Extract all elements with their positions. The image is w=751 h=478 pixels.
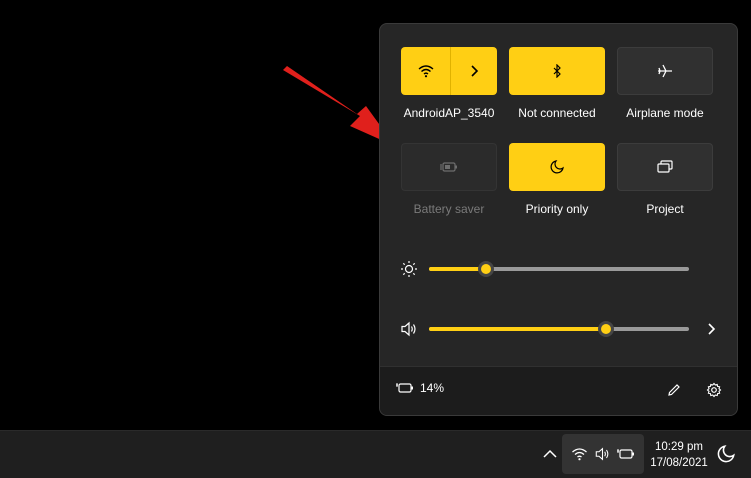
clock-time: 10:29 pm xyxy=(655,441,703,453)
airplane-icon xyxy=(658,64,672,78)
taskbar: 10:29 pm 17/08/2021 xyxy=(0,430,751,478)
annotation-arrow xyxy=(283,66,395,146)
chevron-right-icon xyxy=(471,65,479,77)
brightness-row xyxy=(380,257,737,281)
focus-assist-tile-label: Priority only xyxy=(525,202,589,216)
clock[interactable]: 10:29 pm 17/08/2021 xyxy=(645,439,713,471)
brightness-slider[interactable] xyxy=(429,261,689,277)
pencil-icon xyxy=(668,384,680,396)
wifi-tile-label: AndroidAP_3540 xyxy=(403,106,495,120)
wifi-icon xyxy=(572,448,587,461)
battery-saver-icon xyxy=(440,162,457,172)
clock-date: 17/08/2021 xyxy=(650,457,708,469)
settings-button[interactable] xyxy=(703,379,725,401)
battery-status[interactable]: 14% xyxy=(396,381,444,395)
volume-row xyxy=(380,317,737,341)
moon-icon[interactable] xyxy=(717,445,735,463)
speaker-icon xyxy=(401,321,416,337)
wifi-icon xyxy=(418,65,433,78)
wifi-networks-button[interactable] xyxy=(451,47,497,95)
speaker-icon xyxy=(595,447,609,461)
system-tray-status-button[interactable] xyxy=(562,434,644,474)
airplane-mode-tile[interactable] xyxy=(617,47,713,95)
gear-icon xyxy=(706,382,722,398)
chevron-up-icon[interactable] xyxy=(541,445,559,463)
wifi-tile[interactable] xyxy=(401,47,497,95)
wifi-toggle[interactable] xyxy=(401,47,450,95)
battery-saver-tile-label: Battery saver xyxy=(413,202,485,216)
brightness-slider-thumb[interactable] xyxy=(478,261,495,277)
battery-percentage: 14% xyxy=(420,381,445,395)
battery-icon xyxy=(396,383,413,393)
project-tile[interactable] xyxy=(617,143,713,191)
battery-saver-tile[interactable] xyxy=(401,143,497,191)
battery-icon xyxy=(617,449,634,459)
focus-assist-tile[interactable] xyxy=(509,143,605,191)
moon-icon xyxy=(550,160,564,174)
volume-slider-thumb[interactable] xyxy=(597,321,614,337)
bluetooth-tile-label: Not connected xyxy=(518,106,596,120)
project-icon xyxy=(657,160,673,173)
edit-quick-settings-button[interactable] xyxy=(663,379,685,401)
brightness-icon xyxy=(401,261,417,277)
airplane-mode-tile-label: Airplane mode xyxy=(626,106,704,120)
volume-slider[interactable] xyxy=(429,321,689,337)
project-tile-label: Project xyxy=(646,202,684,216)
bluetooth-tile[interactable] xyxy=(509,47,605,95)
quick-settings-panel: AndroidAP_3540 Not connected Airplane mo… xyxy=(379,23,738,416)
bluetooth-icon xyxy=(553,64,561,78)
panel-footer: 14% xyxy=(380,366,737,415)
chevron-right-icon[interactable] xyxy=(702,320,720,338)
